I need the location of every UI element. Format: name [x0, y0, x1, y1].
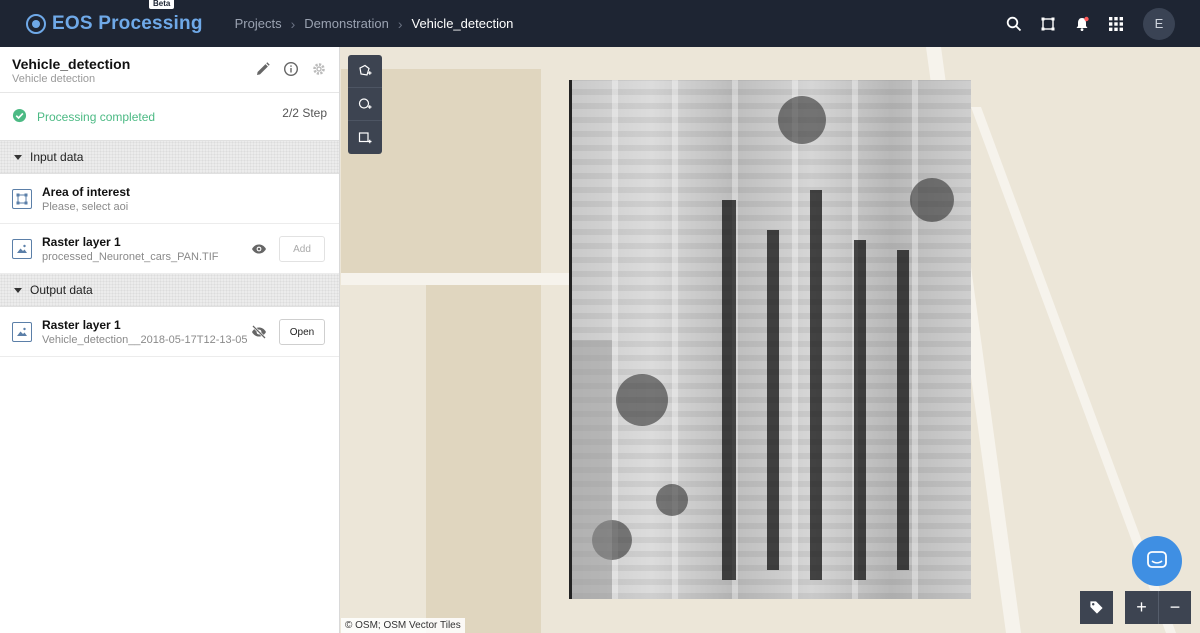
row-subtitle: Vehicle_detection__2018-05-17T12-13-05: [42, 333, 248, 346]
beta-badge: Beta: [149, 0, 175, 9]
section-label: Input data: [30, 150, 84, 164]
raster-overlay: [569, 80, 971, 599]
tag-icon[interactable]: [1080, 591, 1113, 624]
pencil-icon[interactable]: [255, 61, 271, 80]
output-data-section[interactable]: Output data: [0, 274, 339, 307]
step-counter: 2/2 Step: [282, 106, 327, 120]
map-view[interactable]: © OSM; OSM Vector Tiles + −: [341, 47, 1200, 633]
top-bar: EOS Processing Beta Projects › Demonstra…: [0, 0, 1200, 47]
zoom-out-button[interactable]: −: [1158, 591, 1191, 624]
image-icon: [12, 238, 32, 259]
caret-down-icon: [14, 154, 22, 160]
breadcrumb-projects[interactable]: Projects: [235, 16, 282, 31]
breadcrumb: Projects › Demonstration › Vehicle_detec…: [235, 16, 514, 32]
row-title: Area of interest: [42, 184, 131, 199]
app-logo[interactable]: EOS Processing Beta: [26, 0, 203, 35]
add-button[interactable]: Add: [279, 236, 325, 262]
search-icon[interactable]: [997, 7, 1031, 41]
check-circle-icon: [12, 108, 27, 126]
row-subtitle: processed_Neuronet_cars_PAN.TIF: [42, 250, 219, 263]
output-raster-row[interactable]: Raster layer 1 Vehicle_detection__2018-0…: [0, 307, 339, 357]
apps-grid-icon[interactable]: [1099, 7, 1133, 41]
status-text: Processing completed: [37, 109, 156, 124]
project-panel: Vehicle_detection Vehicle detection Proc…: [0, 47, 340, 633]
panel-header: Vehicle_detection Vehicle detection: [0, 47, 339, 93]
open-button[interactable]: Open: [279, 319, 325, 345]
processing-status: Processing completed 2/2 Step: [0, 93, 339, 141]
info-icon[interactable]: [283, 61, 299, 80]
breadcrumb-demonstration[interactable]: Demonstration: [304, 16, 389, 31]
breadcrumb-current: Vehicle_detection: [411, 16, 514, 31]
chevron-right-icon: ›: [397, 15, 403, 32]
app-name: EOS Processing: [52, 12, 203, 34]
input-data-section[interactable]: Input data: [0, 141, 339, 174]
chat-icon[interactable]: [1132, 536, 1182, 586]
caret-down-icon: [14, 287, 22, 293]
input-raster-row[interactable]: Raster layer 1 processed_Neuronet_cars_P…: [0, 224, 339, 274]
input-aoi-row[interactable]: Area of interest Please, select aoi: [0, 174, 339, 224]
row-subtitle: Please, select aoi: [42, 200, 129, 213]
zoom-in-button[interactable]: +: [1125, 591, 1158, 624]
eye-icon[interactable]: [251, 241, 267, 260]
map-attribution[interactable]: © OSM; OSM Vector Tiles: [341, 618, 465, 633]
gear-icon[interactable]: [311, 61, 327, 80]
draw-toolbar: [348, 55, 382, 154]
aoi-icon: [12, 188, 32, 209]
image-icon: [12, 321, 32, 342]
eye-off-icon[interactable]: [251, 324, 267, 343]
logo-icon: [26, 13, 46, 34]
bell-icon[interactable]: [1065, 7, 1099, 41]
avatar[interactable]: E: [1143, 7, 1175, 40]
section-label: Output data: [30, 283, 93, 297]
draw-rectangle-icon[interactable]: [348, 121, 382, 154]
draw-circle-icon[interactable]: [348, 88, 382, 121]
row-title: Raster layer 1: [42, 234, 121, 249]
row-title: Raster layer 1: [42, 317, 121, 332]
draw-polygon-icon[interactable]: [348, 55, 382, 88]
chevron-right-icon: ›: [290, 15, 296, 32]
polygon-icon[interactable]: [1031, 7, 1065, 41]
